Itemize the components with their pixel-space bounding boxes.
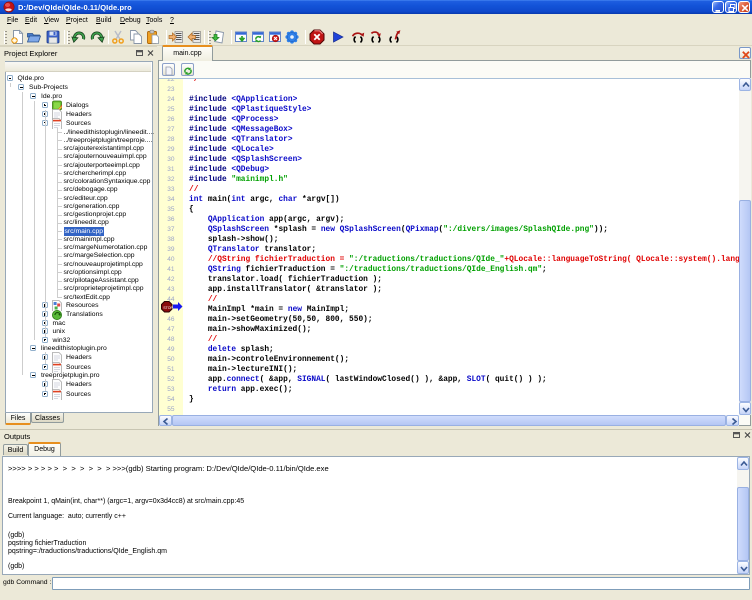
svg-text:STOP: STOP (163, 306, 173, 310)
